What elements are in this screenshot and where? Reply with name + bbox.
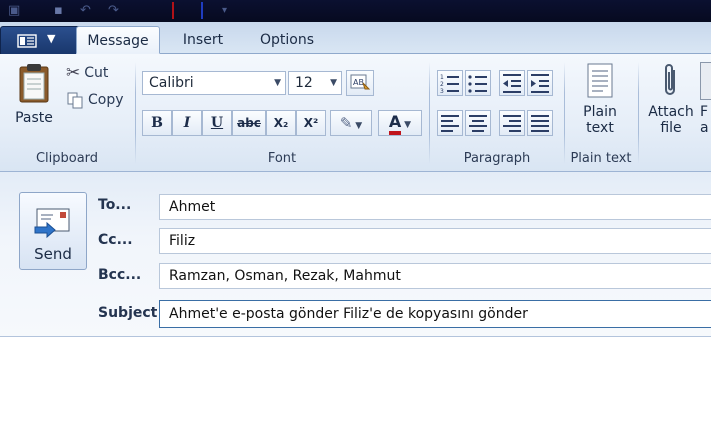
decrease-indent-button[interactable] <box>499 70 525 96</box>
font-family-dropdown[interactable]: Calibri ▼ <box>142 71 286 95</box>
chevron-down-icon: ▼ <box>47 32 56 45</box>
qat-dropdown-icon[interactable]: ▾ <box>222 3 227 19</box>
copy-label: Copy <box>88 92 124 108</box>
font-group-label: Font <box>267 151 297 166</box>
attach-file-label-line2: file <box>660 120 682 136</box>
window-icon[interactable]: ▣ <box>8 3 20 19</box>
underline-button[interactable]: U <box>202 110 232 136</box>
decrease-indent-icon <box>503 74 521 93</box>
font-family-value: Calibri <box>149 75 194 91</box>
copy-icon <box>67 92 83 109</box>
bcc-field[interactable]: Ramzan, Osman, Rezak, Mahmut <box>159 263 711 289</box>
ribbon: Paste ✂ Cut Copy Clipboard Calibri ▼ 12 … <box>0 54 711 172</box>
tab-insert[interactable]: Insert <box>170 26 236 54</box>
subject-label: Subject <box>98 305 158 321</box>
group-divider <box>564 62 565 164</box>
align-right-icon <box>503 115 521 132</box>
svg-text:2: 2 <box>440 81 444 88</box>
subscript-button[interactable]: X₂ <box>266 110 296 136</box>
font-color-icon: A <box>388 112 402 135</box>
tab-message[interactable]: Message <box>76 26 160 54</box>
attach-file-button[interactable]: Attach file <box>644 62 698 136</box>
numbered-list-button[interactable]: 1 2 3 <box>437 70 463 96</box>
font-size-value: 12 <box>295 75 313 91</box>
title-strip-marker-red <box>172 2 174 19</box>
group-divider <box>135 62 136 164</box>
align-center-icon <box>469 115 487 132</box>
change-font-icon: AB <box>350 74 371 90</box>
ribbon-tab-row: ▼ Message Insert Options <box>0 22 711 54</box>
to-field[interactable]: Ahmet <box>159 194 711 220</box>
document-icon <box>700 62 711 100</box>
redo-icon[interactable]: ↷ <box>108 3 119 19</box>
font-size-dropdown[interactable]: 12 ▼ <box>288 71 342 95</box>
app-menu-icon <box>17 34 37 48</box>
paragraph-group-label: Paragraph <box>463 151 531 166</box>
align-center-button[interactable] <box>465 110 491 136</box>
plain-text-button[interactable]: Plain text <box>570 62 630 136</box>
paste-label: Paste <box>15 110 53 126</box>
svg-text:3: 3 <box>440 88 444 95</box>
italic-button[interactable]: I <box>172 110 202 136</box>
attach-file-label-line1: Attach <box>648 104 694 120</box>
plain-text-label-line1: Plain <box>583 104 617 120</box>
bullet-list-icon <box>468 75 487 93</box>
cut-off-label-line2: a <box>700 120 709 136</box>
svg-text:AB: AB <box>353 78 364 87</box>
cut-off-label-line1: F <box>700 104 709 120</box>
cc-field[interactable]: Filiz <box>159 228 711 254</box>
send-label: Send <box>34 245 72 263</box>
group-divider <box>638 62 639 164</box>
justify-button[interactable] <box>527 110 553 136</box>
align-left-button[interactable] <box>437 110 463 136</box>
bold-button[interactable]: B <box>142 110 172 136</box>
plain-text-label-line2: text <box>586 120 614 136</box>
group-divider <box>429 62 430 164</box>
bullet-list-button[interactable] <box>465 70 491 96</box>
superscript-button[interactable]: X² <box>296 110 326 136</box>
clipboard-icon <box>19 64 49 103</box>
bcc-button[interactable]: Bcc... <box>98 267 141 283</box>
quick-access-toolbar: ▣ ▪ ↶ ↷ ▾ <box>0 0 711 22</box>
undo-icon[interactable]: ↶ <box>80 3 91 19</box>
send-button[interactable]: Send <box>19 192 87 270</box>
chevron-down-icon: ▼ <box>330 78 337 88</box>
chevron-down-icon: ▼ <box>274 78 281 88</box>
cut-button[interactable]: ✂ Cut <box>66 63 108 83</box>
save-icon[interactable]: ▪ <box>54 3 63 19</box>
justify-icon <box>531 115 549 132</box>
strikethrough-button[interactable]: abc <box>232 110 266 136</box>
app-menu-button[interactable]: ▼ <box>0 26 82 54</box>
paperclip-icon <box>665 64 675 95</box>
align-left-icon <box>441 115 459 132</box>
chevron-down-icon: ▼ <box>401 120 412 130</box>
increase-indent-button[interactable] <box>527 70 553 96</box>
compose-header: Send To... Ahmet Cc... Filiz Bcc... Ramz… <box>0 172 711 337</box>
numbered-list-icon: 1 2 3 <box>440 74 459 95</box>
plain-text-icon <box>587 63 613 98</box>
grow-font-button[interactable]: AB <box>346 70 374 96</box>
send-mail-icon <box>34 208 70 239</box>
highlight-button[interactable]: ✎ ▼ <box>330 110 372 136</box>
chevron-down-icon: ▼ <box>352 121 363 131</box>
plain-text-group-label: Plain text <box>570 151 632 166</box>
copy-button[interactable]: Copy <box>66 91 124 109</box>
align-right-button[interactable] <box>499 110 525 136</box>
title-strip-marker-blue <box>201 2 203 19</box>
scissors-icon: ✂ <box>66 63 81 83</box>
cut-off-ribbon-button[interactable]: F a <box>700 62 711 136</box>
clipboard-group-label: Clipboard <box>35 151 99 166</box>
increase-indent-icon <box>531 74 549 93</box>
tab-options[interactable]: Options <box>248 26 326 54</box>
cc-button[interactable]: Cc... <box>98 232 133 248</box>
paste-button[interactable]: Paste <box>10 62 58 136</box>
to-button[interactable]: To... <box>98 197 131 213</box>
font-color-button[interactable]: A ▼ <box>378 110 422 136</box>
svg-text:1: 1 <box>440 74 444 81</box>
message-body-editor[interactable] <box>0 338 711 431</box>
highlighter-icon: ✎ <box>339 114 353 132</box>
cut-label: Cut <box>84 65 109 81</box>
subject-field[interactable]: Ahmet'e e-posta gönder Filiz'e de kopyas… <box>159 300 711 328</box>
